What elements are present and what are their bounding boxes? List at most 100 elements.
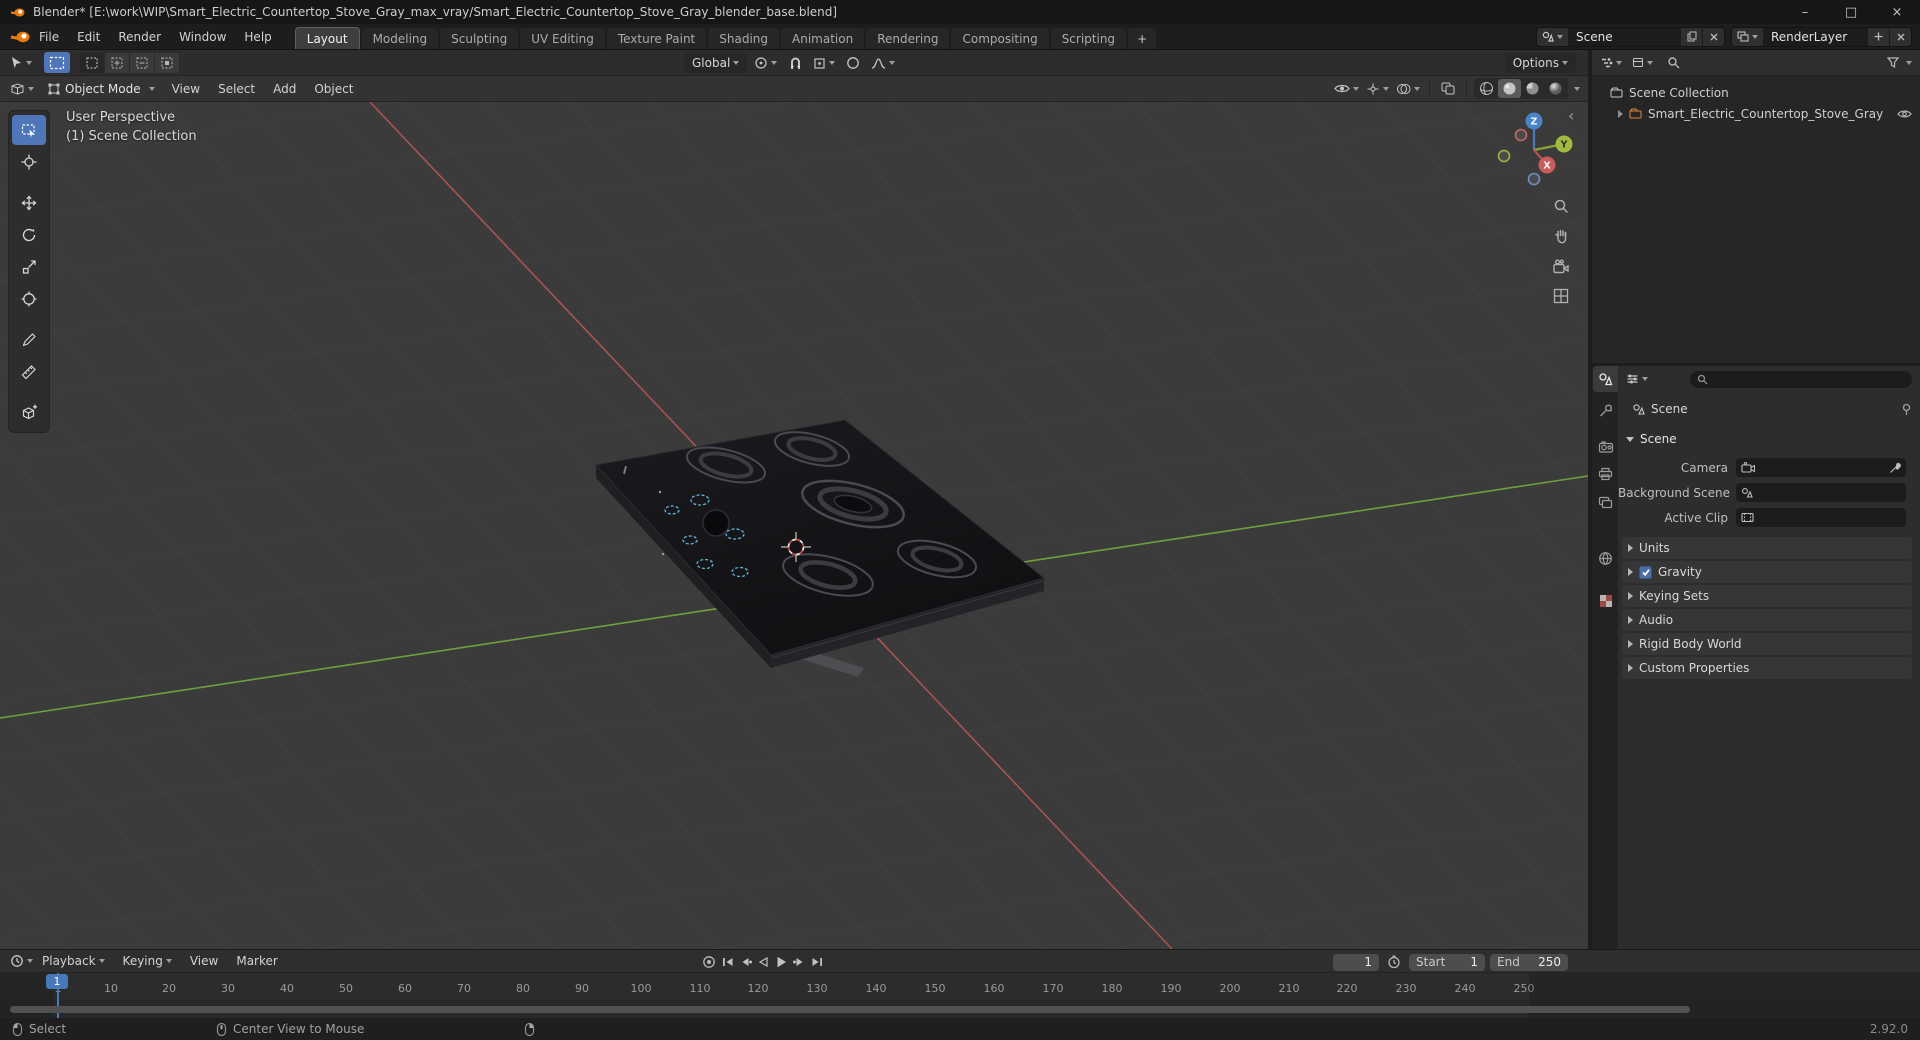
outliner-display-mode-dropdown[interactable] (1632, 57, 1653, 68)
tab-scripting[interactable]: Scripting (1050, 28, 1127, 49)
tab-world-icon[interactable] (1593, 545, 1618, 571)
tab-rendering[interactable]: Rendering (866, 28, 950, 49)
panel-gravity[interactable]: Gravity (1622, 561, 1912, 583)
tab-uv-editing[interactable]: UV Editing (520, 28, 605, 49)
tab-texture-paint[interactable]: Texture Paint (606, 28, 707, 49)
tab-texture-icon[interactable] (1593, 588, 1618, 614)
toggle-ortho-icon[interactable] (1547, 282, 1575, 310)
proportional-falloff-dropdown[interactable] (869, 53, 897, 73)
panel-audio[interactable]: Audio (1622, 609, 1912, 631)
menu-view[interactable]: View (163, 76, 209, 101)
playhead-frame-label[interactable]: 1 (46, 974, 68, 989)
tool-measure[interactable] (12, 357, 46, 387)
zoom-view-icon[interactable] (1547, 192, 1575, 220)
tab-shading[interactable]: Shading (708, 28, 779, 49)
menu-marker[interactable]: Marker (227, 954, 286, 968)
shading-material-button[interactable] (1521, 79, 1544, 98)
filter-funnel-icon[interactable] (1887, 57, 1899, 68)
camera-field[interactable] (1736, 458, 1906, 477)
search-icon[interactable] (1667, 56, 1680, 69)
eyedropper-icon[interactable] (1889, 462, 1901, 474)
panel-rigid-body-world[interactable]: Rigid Body World (1622, 633, 1912, 655)
tab-compositing[interactable]: Compositing (951, 28, 1049, 49)
pin-icon[interactable] (1901, 403, 1912, 416)
end-frame-field[interactable]: End 250 (1490, 953, 1568, 971)
tree-row-scene-collection[interactable]: Scene Collection (1592, 82, 1920, 103)
sidebar-collapse-arrow[interactable]: ‹ (1568, 106, 1574, 125)
tab-tool-icon[interactable] (1593, 397, 1618, 423)
tree-row-stove-object[interactable]: Smart_Electric_Countertop_Stove_Gray (1592, 103, 1920, 124)
viewport-3d[interactable]: User Perspective (1) Scene Collection Z … (0, 102, 1588, 949)
tool-move[interactable] (12, 188, 46, 218)
blender-logo-icon[interactable] (10, 30, 30, 44)
delete-scene-button[interactable] (1702, 27, 1724, 46)
show-overlays-dropdown[interactable] (1394, 79, 1422, 99)
chevron-down-icon[interactable] (1906, 60, 1912, 65)
timeline-editor-dropdown[interactable] (0, 954, 33, 968)
panel-keying-sets[interactable]: Keying Sets (1622, 585, 1912, 607)
camera-view-icon[interactable] (1547, 253, 1575, 281)
panel-units[interactable]: Units (1622, 537, 1912, 559)
maximize-button[interactable]: □ (1828, 0, 1874, 24)
tool-annotate[interactable] (12, 325, 46, 355)
editor-type-dropdown[interactable] (0, 82, 40, 95)
jump-to-start-icon[interactable] (721, 956, 734, 968)
expand-arrow-icon[interactable] (1618, 109, 1623, 118)
menu-file[interactable]: File (30, 24, 68, 49)
tab-view-layer-icon[interactable] (1593, 489, 1618, 515)
next-keyframe-icon[interactable] (793, 956, 806, 968)
menu-keying[interactable]: Keying (114, 954, 181, 968)
menu-window[interactable]: Window (170, 24, 235, 49)
active-clip-field[interactable] (1736, 508, 1906, 527)
toggle-xray-icon[interactable] (1437, 79, 1459, 99)
tab-layout[interactable]: Layout (294, 27, 360, 49)
tab-output-icon[interactable] (1593, 461, 1618, 487)
close-button[interactable]: × (1874, 0, 1920, 24)
scene-browse-button[interactable] (1537, 27, 1568, 46)
select-mode-subtract[interactable] (130, 52, 155, 73)
scene-name[interactable]: Scene (1568, 30, 1680, 44)
tab-sculpting[interactable]: Sculpting (440, 28, 519, 49)
tool-cursor[interactable] (12, 147, 46, 177)
gizmo-neg-x[interactable] (1514, 128, 1528, 142)
tab-render-icon[interactable] (1593, 433, 1618, 459)
timeline-scrollbar[interactable] (10, 1006, 1690, 1013)
remove-view-layer-button[interactable] (1889, 27, 1911, 46)
active-tool-select-box[interactable] (44, 52, 70, 73)
tab-animation[interactable]: Animation (781, 28, 865, 49)
object-visibility-dropdown[interactable] (1332, 79, 1361, 99)
properties-editor-dropdown[interactable] (1626, 373, 1648, 385)
menu-playback[interactable]: Playback (33, 954, 114, 968)
transform-orientation-dropdown[interactable]: Global (684, 53, 748, 73)
play-reverse-icon[interactable] (757, 956, 769, 968)
select-mode-extend[interactable] (105, 52, 130, 73)
menu-help[interactable]: Help (235, 24, 280, 49)
visibility-eye-icon[interactable] (1897, 109, 1912, 119)
breadcrumb-label[interactable]: Scene (1651, 402, 1688, 416)
properties-search-field[interactable] (1690, 370, 1912, 388)
menu-select[interactable]: Select (209, 76, 264, 101)
menu-add[interactable]: Add (264, 76, 305, 101)
play-icon[interactable] (774, 955, 788, 969)
view-layer-name[interactable]: RenderLayer (1763, 30, 1867, 44)
minimize-button[interactable]: – (1782, 0, 1828, 24)
mode-dropdown[interactable]: Object Mode (40, 82, 163, 96)
gizmo-neg-z[interactable] (1527, 172, 1541, 186)
panel-custom-properties[interactable]: Custom Properties (1622, 657, 1912, 679)
shading-dropdown-icon[interactable] (1574, 86, 1580, 91)
auto-keying-record-icon[interactable] (702, 955, 716, 969)
shading-rendered-button[interactable] (1544, 79, 1567, 98)
shading-wireframe-button[interactable] (1475, 79, 1498, 98)
snap-toggle-magnet-icon[interactable] (784, 53, 806, 73)
snap-settings-dropdown[interactable] (811, 53, 837, 73)
shading-solid-button[interactable] (1498, 79, 1521, 98)
menu-object[interactable]: Object (305, 76, 362, 101)
proportional-editing-icon[interactable] (842, 53, 864, 73)
view-layer-browse-button[interactable] (1732, 27, 1763, 46)
tool-rotate[interactable] (12, 220, 46, 250)
prev-keyframe-icon[interactable] (739, 956, 752, 968)
tool-add-primitive[interactable] (12, 398, 46, 428)
pivot-point-dropdown[interactable] (752, 53, 779, 73)
menu-edit[interactable]: Edit (68, 24, 109, 49)
background-scene-field[interactable] (1736, 483, 1906, 502)
